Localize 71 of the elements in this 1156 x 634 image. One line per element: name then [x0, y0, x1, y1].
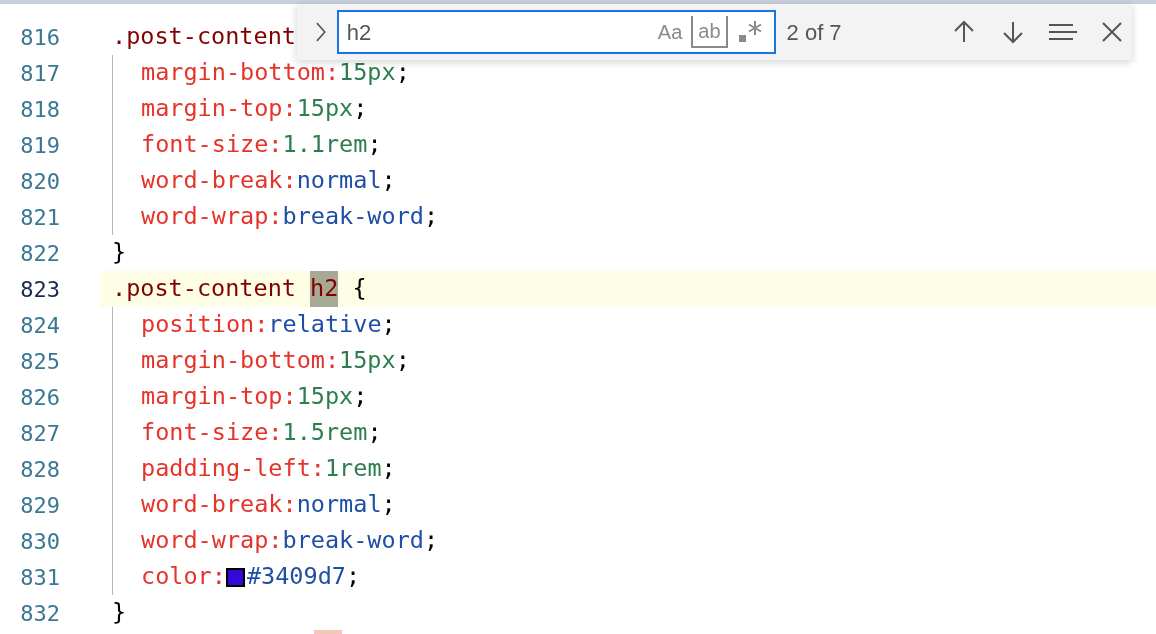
code-token: font-size: — [141, 129, 283, 161]
line-number: 830 — [19, 527, 60, 556]
code-token: #3409d7 — [246, 561, 346, 593]
line-number: 822 — [19, 239, 60, 268]
regex-icon — [736, 19, 763, 45]
code-token: word-wrap: — [141, 525, 283, 557]
code-token: normal — [296, 165, 382, 197]
code-token: ; — [345, 561, 361, 593]
line-number: 818 — [19, 95, 60, 124]
code-token: { — [351, 273, 367, 305]
code-token: ; — [395, 57, 410, 89]
match-case-button[interactable]: Aa — [652, 16, 688, 48]
code-token: padding-left: — [141, 453, 325, 485]
line-number: 829 — [19, 491, 60, 520]
code-token: } — [112, 597, 127, 629]
line-number: 821 — [19, 203, 60, 232]
code-token: word-break: — [141, 165, 297, 197]
line-number: 823 — [19, 275, 60, 304]
code-token: ; — [381, 165, 396, 197]
code-token: ; — [353, 93, 368, 125]
line-number: 816 — [19, 23, 60, 52]
code-token: ; — [423, 201, 439, 233]
code-token: ; — [423, 525, 439, 557]
code-token: break-word — [282, 201, 424, 233]
code-token: ; — [381, 453, 396, 485]
code-token: color: — [141, 561, 226, 593]
code-token: .post-content — [112, 21, 296, 53]
line-number: 824 — [19, 311, 60, 340]
code-token: position: — [141, 309, 269, 341]
line-number: 827 — [19, 419, 60, 448]
close-icon — [1100, 20, 1125, 44]
code-token: font-size: — [141, 417, 283, 449]
line-number: 820 — [19, 167, 60, 196]
code-token: margin-top: — [141, 381, 297, 413]
code-token: ; — [353, 381, 368, 413]
code-token: normal — [296, 489, 382, 521]
line-number: 817 — [19, 59, 60, 88]
code-token: 15px — [339, 57, 396, 89]
line-number: 825 — [19, 347, 60, 376]
down-arrow-icon — [1001, 20, 1026, 44]
code-token: margin-bottom: — [141, 57, 340, 89]
line-number: 832 — [19, 599, 60, 628]
code-token: relative — [268, 309, 382, 341]
code-token: ; — [395, 345, 410, 377]
search-match: h2 — [310, 271, 339, 307]
code-token: 15px — [339, 345, 396, 377]
match-count: 2 of 7 — [786, 18, 843, 47]
code-token: margin-bottom: — [141, 345, 340, 377]
code-token: 15px — [296, 93, 354, 125]
line-number: 826 — [19, 383, 60, 412]
code-token: word-break: — [141, 489, 297, 521]
code-token: ; — [381, 489, 396, 521]
code-token: 1.1rem — [282, 129, 368, 161]
line-number: 831 — [19, 563, 60, 592]
code-token: break-word — [282, 525, 424, 557]
code-token: ; — [367, 417, 382, 449]
code-token: ; — [367, 129, 382, 161]
code-token: .post-content — [112, 273, 297, 305]
search-field[interactable]: h2 Aa ab — [336, 10, 776, 54]
code-token: margin-top: — [141, 93, 297, 125]
line-number: 819 — [19, 131, 60, 160]
chevron-icon[interactable] — [314, 21, 328, 43]
code-token: } — [112, 237, 127, 269]
whole-word-button[interactable]: ab — [691, 16, 728, 48]
line-number: 828 — [19, 455, 60, 484]
code-token: 1.5rem — [282, 417, 368, 449]
code-token: word-wrap: — [141, 201, 283, 233]
code-token: 15px — [296, 381, 354, 413]
code-token: ; — [381, 309, 396, 341]
overview-ruler-mark — [314, 630, 342, 634]
code-token: 1rem — [324, 453, 382, 485]
